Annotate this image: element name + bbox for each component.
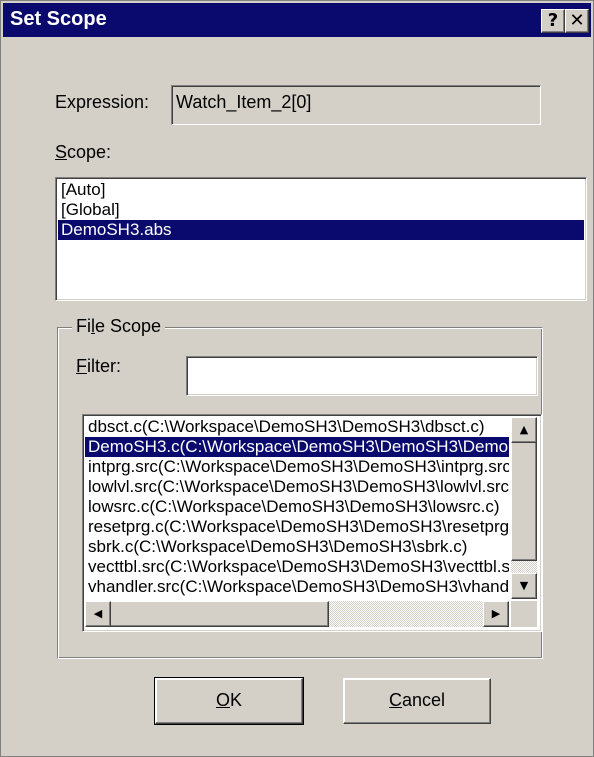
scope-item-selected[interactable]: DemoSH3.abs bbox=[58, 220, 584, 240]
close-button[interactable]: ✕ bbox=[565, 9, 589, 33]
expression-label: Expression: bbox=[55, 92, 150, 112]
help-icon: ? bbox=[547, 10, 559, 31]
file-list-item[interactable]: vecttbl.src(C:\Workspace\DemoSH3\DemoSH3… bbox=[85, 557, 509, 577]
cancel-button[interactable]: Cancel bbox=[343, 678, 491, 724]
help-button[interactable]: ? bbox=[541, 9, 565, 33]
scroll-right-icon: ▶ bbox=[491, 607, 501, 620]
scope-item[interactable]: [Auto] bbox=[58, 180, 584, 200]
scroll-down-button[interactable]: ▼ bbox=[511, 573, 537, 599]
expression-field: Watch_Item_2[0] bbox=[171, 85, 541, 125]
file-list-items: dbsct.c(C:\Workspace\DemoSH3\DemoSH3\dbs… bbox=[85, 417, 509, 597]
expression-value: Watch_Item_2[0] bbox=[176, 92, 312, 112]
window-title: Set Scope bbox=[10, 8, 107, 30]
title-bar[interactable]: Set Scope ? ✕ bbox=[3, 3, 591, 37]
scroll-right-button[interactable]: ▶ bbox=[483, 601, 509, 627]
filter-label: Filter: bbox=[76, 356, 122, 376]
close-icon: ✕ bbox=[569, 10, 585, 31]
file-list-item[interactable]: dbsct.c(C:\Workspace\DemoSH3\DemoSH3\dbs… bbox=[85, 417, 509, 437]
file-list-item-selected[interactable]: DemoSH3.c(C:\Workspace\DemoSH3\DemoSH3\D… bbox=[85, 437, 509, 457]
file-list-item[interactable]: intprg.src(C:\Workspace\DemoSH3\DemoSH3\… bbox=[85, 457, 509, 477]
scrollbar-corner bbox=[511, 601, 537, 627]
horizontal-scroll-thumb[interactable] bbox=[109, 601, 329, 627]
scope-label: Scope: bbox=[55, 142, 112, 162]
file-scope-group-title: File Scope bbox=[72, 316, 166, 337]
file-list-item[interactable]: sbrk.c(C:\Workspace\DemoSH3\DemoSH3\sbrk… bbox=[85, 537, 509, 557]
scope-listbox[interactable]: [Auto] [Global] DemoSH3.abs bbox=[55, 177, 587, 301]
filter-input[interactable] bbox=[186, 356, 538, 396]
file-list-item[interactable]: lowsrc.c(C:\Workspace\DemoSH3\DemoSH3\lo… bbox=[85, 497, 509, 517]
file-listbox[interactable]: dbsct.c(C:\Workspace\DemoSH3\DemoSH3\dbs… bbox=[82, 414, 542, 632]
file-list-item[interactable]: lowlvl.src(C:\Workspace\DemoSH3\DemoSH3\… bbox=[85, 477, 509, 497]
file-list-item[interactable]: resetprg.c(C:\Workspace\DemoSH3\DemoSH3\… bbox=[85, 517, 509, 537]
set-scope-dialog: Set Scope ? ✕ Expression: Watch_Item_2[0… bbox=[0, 0, 594, 757]
scroll-left-button[interactable]: ◀ bbox=[85, 601, 111, 627]
scope-item[interactable]: [Global] bbox=[58, 200, 584, 220]
scroll-up-icon: ▲ bbox=[519, 423, 529, 436]
ok-button[interactable]: OK bbox=[154, 677, 304, 725]
scroll-up-button[interactable]: ▲ bbox=[511, 417, 537, 443]
scroll-down-icon: ▼ bbox=[519, 579, 529, 592]
file-list-item[interactable]: vhandler.src(C:\Workspace\DemoSH3\DemoSH… bbox=[85, 577, 509, 597]
vertical-scroll-thumb[interactable] bbox=[511, 441, 537, 561]
file-scope-group: File Scope Filter: dbsct.c(C:\Workspace\… bbox=[57, 316, 543, 659]
scroll-left-icon: ◀ bbox=[93, 607, 103, 620]
